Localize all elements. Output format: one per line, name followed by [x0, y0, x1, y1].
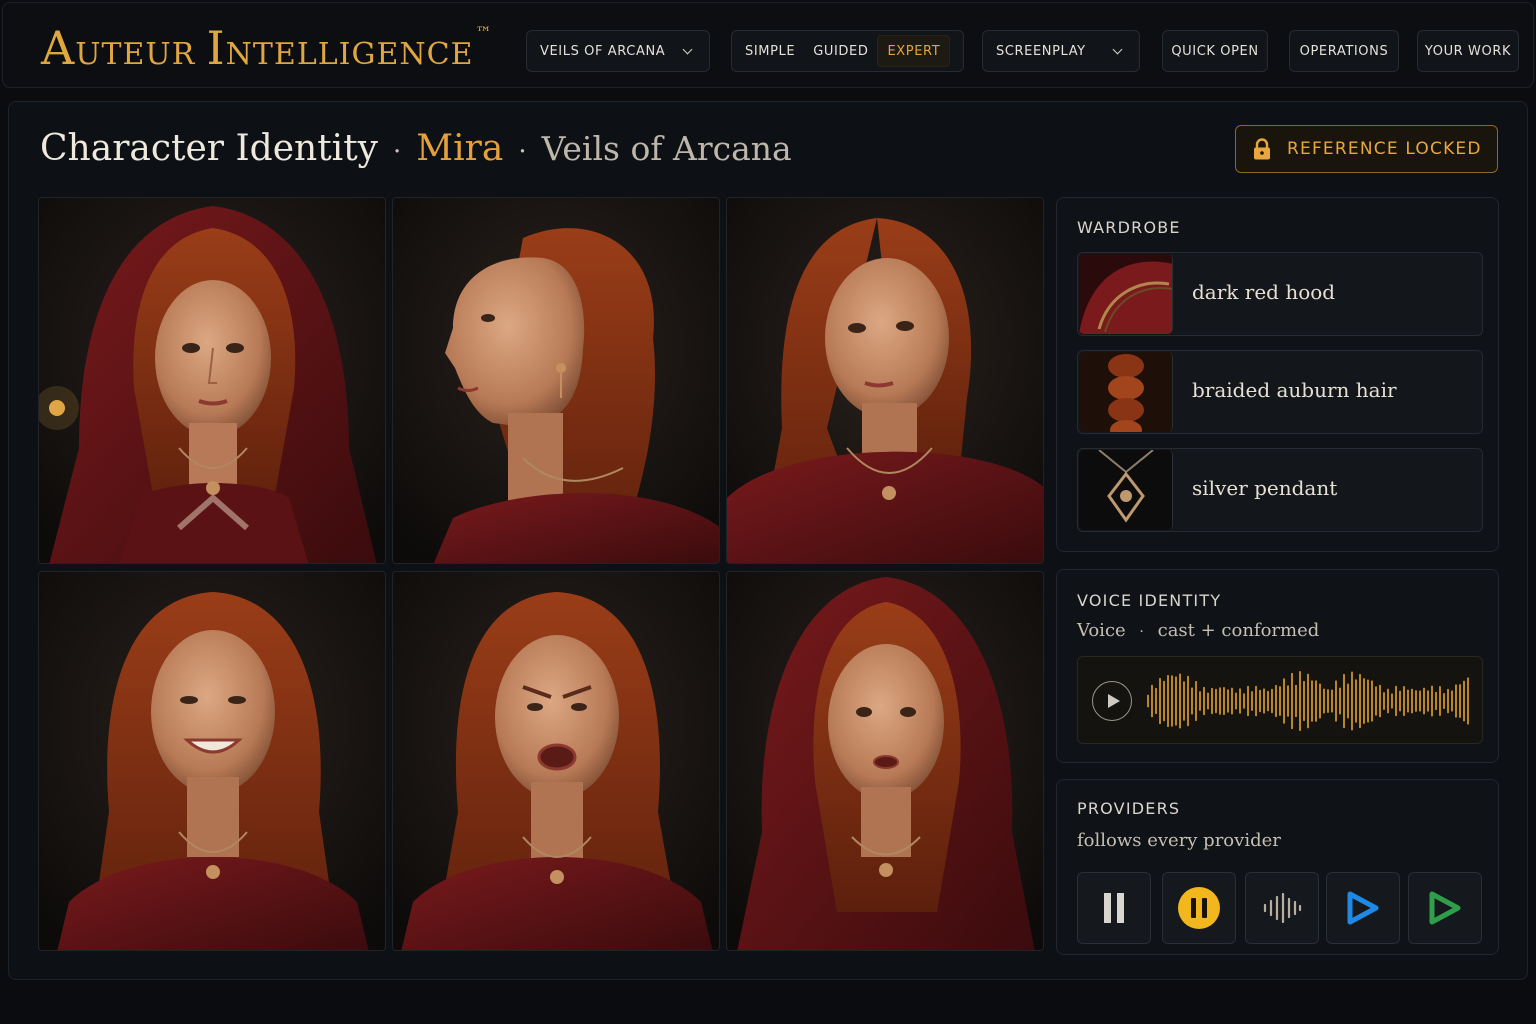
- quick-open-button[interactable]: QUICK OPEN: [1162, 30, 1268, 72]
- mode-switcher: SIMPLE GUIDED EXPERT: [731, 30, 964, 72]
- character-name: Mira: [416, 128, 504, 169]
- portrait-three-quarter[interactable]: [726, 197, 1044, 564]
- waveform-icon: [1147, 670, 1469, 732]
- portrait-profile-left[interactable]: [392, 197, 720, 564]
- hood-thumbnail: [1079, 254, 1173, 334]
- portrait-smiling[interactable]: [38, 571, 386, 951]
- wardrobe-card: WARDROBE dark red hood braided auburn ha…: [1056, 197, 1499, 552]
- title-separator: ·: [518, 137, 527, 167]
- wardrobe-item-label: dark red hood: [1192, 280, 1336, 304]
- view-selector[interactable]: SCREENPLAY: [982, 30, 1140, 72]
- play-outline-green-icon: [1429, 891, 1461, 925]
- provider-pause-button[interactable]: [1077, 872, 1151, 944]
- waveform-icon: [1263, 893, 1302, 923]
- providers-card: PROVIDERS follows every provider: [1056, 779, 1499, 955]
- wardrobe-item-label: braided auburn hair: [1192, 378, 1397, 402]
- pendant-thumbnail: [1079, 450, 1173, 530]
- mode-guided[interactable]: GUIDED: [804, 35, 877, 67]
- providers-subtitle: follows every provider: [1077, 830, 1281, 851]
- providers-heading: PROVIDERS: [1077, 799, 1181, 818]
- wardrobe-item-hair[interactable]: braided auburn hair: [1077, 350, 1483, 434]
- top-bar: Auteur Intelligence™ VEILS OF ARCANA SIM…: [2, 2, 1534, 88]
- reference-locked-button[interactable]: REFERENCE LOCKED: [1235, 125, 1498, 173]
- voice-subtitle: Voice · cast + conformed: [1077, 620, 1320, 641]
- voice-heading: VOICE IDENTITY: [1077, 591, 1222, 610]
- play-icon[interactable]: [1092, 681, 1132, 721]
- wardrobe-heading: WARDROBE: [1077, 218, 1181, 237]
- page-title: Character Identity · Mira · Veils of Arc…: [40, 128, 792, 169]
- portrait-front-hood[interactable]: [38, 197, 386, 564]
- provider-play-blue-button[interactable]: [1326, 872, 1400, 944]
- provider-waveform-button[interactable]: [1245, 872, 1319, 944]
- provider-play-green-button[interactable]: [1408, 872, 1482, 944]
- operations-button[interactable]: OPERATIONS: [1289, 30, 1399, 72]
- lock-icon: [1254, 138, 1270, 160]
- project-name: Veils of Arcana: [541, 129, 792, 168]
- wardrobe-item-label: silver pendant: [1192, 476, 1338, 500]
- view-selector-label: SCREENPLAY: [996, 43, 1086, 59]
- portrait-worried-hood[interactable]: [726, 571, 1044, 951]
- chevron-down-icon: [683, 46, 693, 56]
- section-title: Character Identity: [40, 128, 378, 169]
- your-work-button[interactable]: YOUR WORK: [1417, 30, 1519, 72]
- voice-waveform-player[interactable]: [1077, 656, 1483, 744]
- mode-simple[interactable]: SIMPLE: [736, 35, 804, 67]
- project-selector-label: VEILS OF ARCANA: [540, 43, 666, 59]
- pause-bars-icon: [1104, 893, 1124, 923]
- mode-expert[interactable]: EXPERT: [877, 35, 951, 67]
- app-logo[interactable]: Auteur Intelligence™: [41, 21, 492, 75]
- braid-thumbnail: [1079, 352, 1173, 432]
- wardrobe-item-pendant[interactable]: silver pendant: [1077, 448, 1483, 532]
- provider-pause-circle-button[interactable]: [1162, 872, 1236, 944]
- voice-identity-card: VOICE IDENTITY Voice · cast + conformed: [1056, 569, 1499, 763]
- chevron-down-icon: [1113, 46, 1123, 56]
- reference-locked-label: REFERENCE LOCKED: [1287, 139, 1482, 159]
- wardrobe-item-hood[interactable]: dark red hood: [1077, 252, 1483, 336]
- portrait-angry[interactable]: [392, 571, 720, 951]
- title-separator: ·: [393, 137, 402, 167]
- pause-circle-icon: [1178, 887, 1220, 929]
- project-selector[interactable]: VEILS OF ARCANA: [526, 30, 710, 72]
- play-outline-blue-icon: [1347, 891, 1379, 925]
